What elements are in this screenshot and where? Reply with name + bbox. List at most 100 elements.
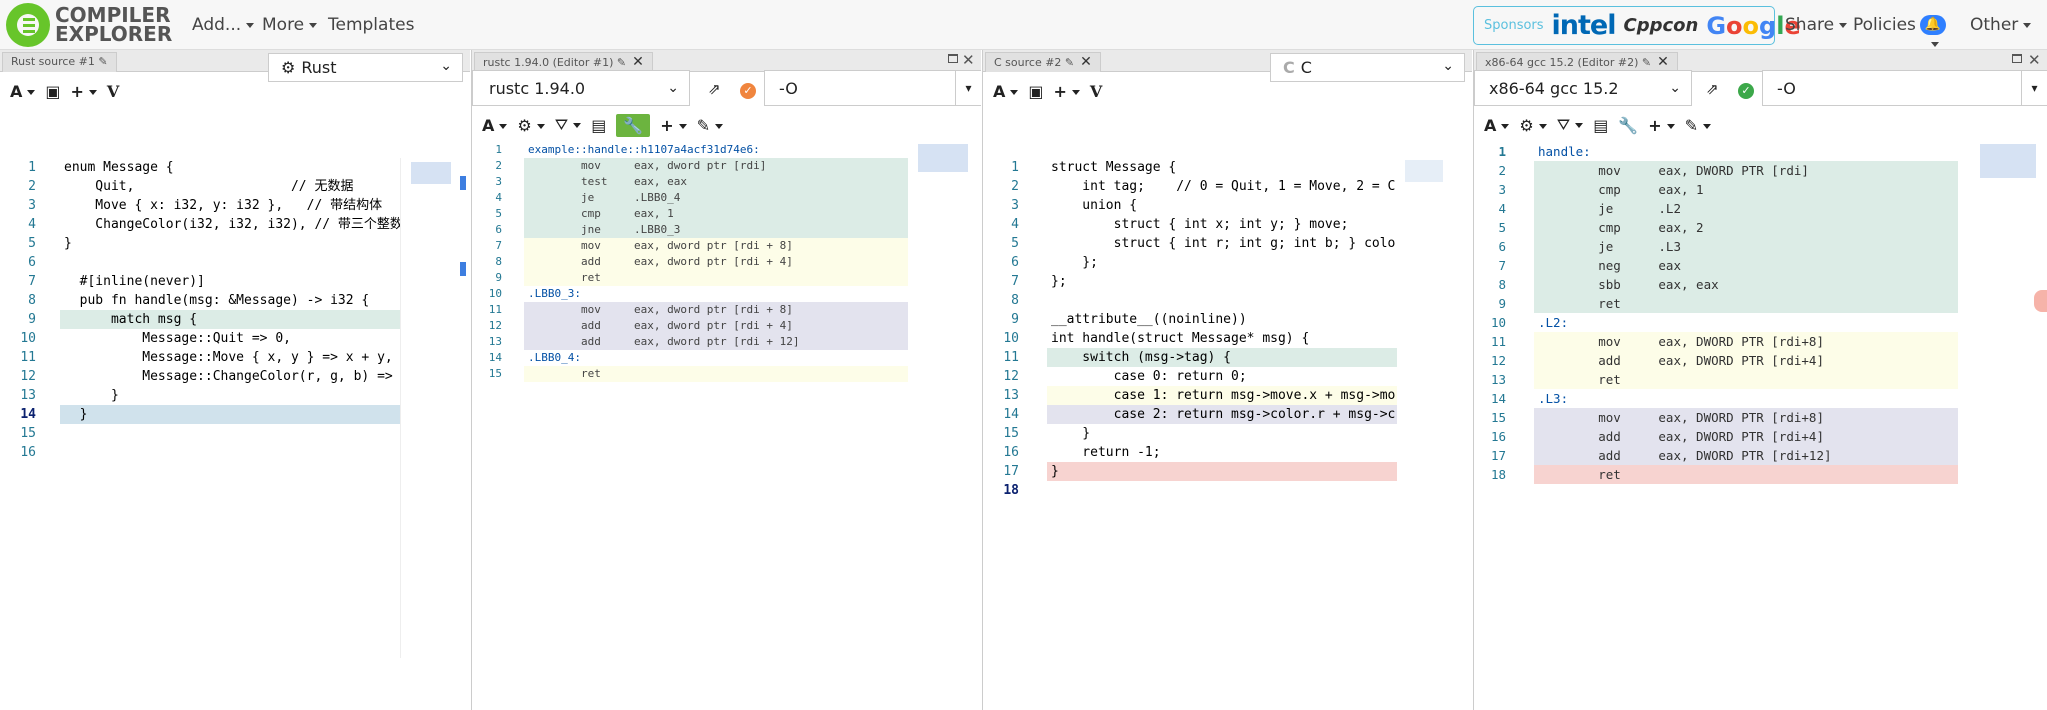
settings-gear-icon[interactable]: ⚙ xyxy=(1519,116,1546,135)
compiler-select[interactable]: rustc 1.94.0 ⌄ xyxy=(472,70,690,106)
close-icon[interactable]: ✕ xyxy=(1657,54,1669,70)
tab-gcc-output[interactable]: x86-64 gcc 15.2 (Editor #2) ✎ ✕ xyxy=(1476,52,1678,72)
add-icon[interactable]: + xyxy=(1054,82,1080,101)
c-source-pane: C source #2 ✎ ✕ ✕ A ▣ + V CC ⌄ 1 struct Mes… xyxy=(982,50,1472,710)
code-line: } xyxy=(1051,464,1059,479)
minimap[interactable] xyxy=(400,158,451,658)
line-number: 7 xyxy=(495,239,502,252)
save-icon[interactable]: ▣ xyxy=(45,82,60,101)
gcc-asm-output[interactable]: 1 handle: 2 mov eax, DWORD PTR [rdi] 3 cmp … xyxy=(1474,142,2047,710)
filter-icon[interactable]: ⛛ xyxy=(555,115,581,135)
font-size-icon[interactable]: A xyxy=(10,82,35,101)
language-select[interactable]: ⚙ Rust ⌄ xyxy=(268,53,463,82)
wrench-icon[interactable]: 🔧 xyxy=(616,113,651,137)
code-line: cmp eax, 1 xyxy=(528,207,674,220)
vim-icon[interactable]: V xyxy=(107,82,119,101)
line-number: 16 xyxy=(20,445,36,460)
language-label: Rust xyxy=(301,58,337,77)
line-number: 7 xyxy=(1011,274,1019,289)
brush-icon[interactable]: ✎ xyxy=(1685,116,1711,135)
line-number: 11 xyxy=(20,350,36,365)
popout-icon[interactable]: ⇗ xyxy=(708,80,721,98)
pencil-icon[interactable]: ✎ xyxy=(1642,56,1651,69)
line-number: 10 xyxy=(1490,315,1506,330)
sponsors-box[interactable]: Sponsors intel Cppcon Google xyxy=(1473,6,1801,45)
compiler-flags-input[interactable]: -O ▾ xyxy=(1762,70,2047,106)
line-number: 5 xyxy=(495,207,502,220)
chevron-down-icon[interactable]: ▾ xyxy=(955,71,981,105)
font-size-icon[interactable]: A xyxy=(993,82,1018,101)
side-panel-toggle[interactable] xyxy=(2034,290,2047,312)
add-icon[interactable]: + xyxy=(71,82,97,101)
tab-rustc-output[interactable]: rustc 1.94.0 (Editor #1) ✎ ✕ xyxy=(474,52,653,72)
wrench-icon[interactable]: 🔧 xyxy=(1618,116,1638,135)
code-line: struct { int x; int y; } move; xyxy=(1051,217,1349,232)
code-line: union { xyxy=(1051,198,1138,213)
code-line: Quit, // 无数据 xyxy=(64,179,354,194)
more-menu[interactable]: More xyxy=(262,15,317,35)
code-line: Message::Quit => 0, xyxy=(64,331,291,346)
maximize-icon[interactable] xyxy=(2012,54,2022,63)
code-line: mov eax, dword ptr [rdi + 8] xyxy=(528,303,793,316)
add-tool-icon[interactable]: + xyxy=(1648,116,1674,135)
chevron-down-icon[interactable]: ▾ xyxy=(2021,71,2047,105)
vim-icon[interactable]: V xyxy=(1090,82,1102,101)
compiler-flags-input[interactable]: -O ▾ xyxy=(764,70,981,106)
line-number: 12 xyxy=(20,369,36,384)
rustc-asm-output[interactable]: 1 example::handle::h1107a4acf31d74e6: 2 mo… xyxy=(472,142,981,710)
add-menu[interactable]: Add... xyxy=(192,15,254,35)
filter-icon[interactable]: ⛛ xyxy=(1557,115,1583,135)
templates-link[interactable]: Templates xyxy=(328,15,414,35)
success-status-icon[interactable]: ✓ xyxy=(1738,83,1754,99)
popout-icon[interactable]: ⇗ xyxy=(1706,80,1719,98)
close-pane-icon[interactable]: ✕ xyxy=(2028,51,2041,69)
compiler-select[interactable]: x86-64 gcc 15.2 ⌄ xyxy=(1474,70,1692,106)
cppcon-logo[interactable]: Cppcon xyxy=(1624,15,1699,36)
line-number: 18 xyxy=(1490,467,1506,482)
line-number: 13 xyxy=(488,335,502,348)
rust-source-pane: Rust source #1 ✎ A ▣ + V ⚙ Rust ⌄ 1 enum Me… xyxy=(0,50,470,710)
policies-menu[interactable]: Policies xyxy=(1853,15,1916,35)
pencil-icon[interactable]: ✎ xyxy=(1065,56,1074,69)
minimap[interactable] xyxy=(910,142,972,642)
code-line: case 0: return 0; xyxy=(1051,369,1247,384)
share-menu[interactable]: Share xyxy=(1785,15,1847,35)
code-line: je .LBB0_4 xyxy=(528,191,681,204)
brush-icon[interactable]: ✎ xyxy=(697,116,723,135)
chevron-down-icon: ⌄ xyxy=(440,58,452,74)
language-select[interactable]: C C ⌄ xyxy=(1270,53,1465,82)
intel-logo[interactable]: intel xyxy=(1552,10,1617,41)
pencil-icon[interactable]: ✎ xyxy=(617,56,626,69)
close-icon[interactable]: ✕ xyxy=(1080,54,1092,70)
warning-status-icon[interactable]: ✓ xyxy=(740,83,756,99)
code-line: example::handle::h1107a4acf31d74e6: xyxy=(528,143,760,156)
code-line: ret xyxy=(1538,296,1621,311)
compiler-explorer-logo[interactable]: COMPILER EXPLORER xyxy=(6,3,172,47)
settings-gear-icon[interactable]: ⚙ xyxy=(517,116,544,135)
line-number: 3 xyxy=(495,175,502,188)
minimap[interactable] xyxy=(1401,158,1443,658)
tab-c-source[interactable]: C source #2 ✎ ✕ xyxy=(985,52,1101,72)
libraries-icon[interactable]: ▤ xyxy=(1593,116,1608,135)
line-number: 4 xyxy=(495,191,502,204)
libraries-icon[interactable]: ▤ xyxy=(591,116,606,135)
close-pane-icon[interactable]: ✕ xyxy=(962,51,975,69)
close-icon[interactable]: ✕ xyxy=(632,54,644,70)
maximize-icon[interactable] xyxy=(948,54,958,63)
c-editor[interactable]: 1 struct Message {2 int tag; // 0 = Quit,… xyxy=(983,158,1472,710)
font-size-icon[interactable]: A xyxy=(482,116,507,135)
font-size-icon[interactable]: A xyxy=(1484,116,1509,135)
line-number: 14 xyxy=(1490,391,1506,406)
add-tool-icon[interactable]: + xyxy=(660,116,686,135)
minimap[interactable] xyxy=(1974,142,2040,642)
code-line: int tag; // 0 = Quit, 1 = Move, 2 = C xyxy=(1051,179,1396,194)
rustc-output-pane: rustc 1.94.0 (Editor #1) ✎ ✕ ✕ rustc 1.94… xyxy=(471,50,981,710)
line-number: 3 xyxy=(1498,182,1506,197)
tab-rust-source[interactable]: Rust source #1 ✎ xyxy=(2,52,117,72)
bell-icon[interactable]: 🔔 xyxy=(1919,15,1946,35)
save-icon[interactable]: ▣ xyxy=(1028,82,1043,101)
pencil-icon[interactable]: ✎ xyxy=(98,55,107,68)
code-line: ret xyxy=(528,271,601,284)
other-menu[interactable]: Other xyxy=(1970,15,2031,35)
code-line: .LBB0_3: xyxy=(528,287,581,300)
